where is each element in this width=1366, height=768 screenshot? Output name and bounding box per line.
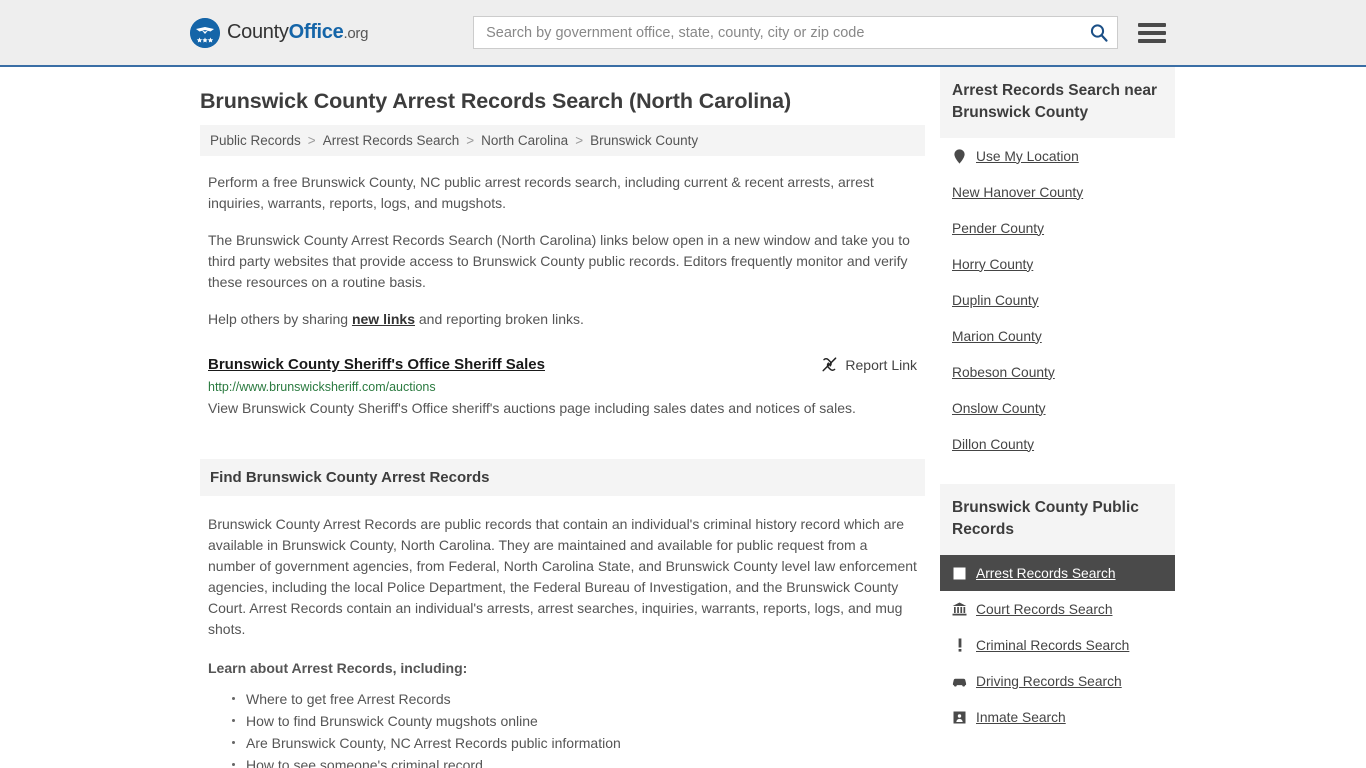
hamburger-menu-icon[interactable] — [1138, 20, 1167, 46]
sidebar-item-label: Marion County — [952, 328, 1042, 344]
sidebar-item-label: Duplin County — [952, 292, 1039, 308]
breadcrumb-item-public-records[interactable]: Public Records — [210, 133, 301, 148]
site-header: CountyOffice.org — [0, 0, 1366, 67]
nearby-section-heading: Arrest Records Search near Brunswick Cou… — [940, 67, 1175, 138]
breadcrumb-separator: > — [466, 133, 475, 148]
sidebar-item-label: Onslow County — [952, 400, 1046, 416]
file-icon — [952, 566, 967, 581]
breadcrumb-item-brunswick-county[interactable]: Brunswick County — [590, 133, 698, 148]
sidebar-item-dillon-county[interactable]: Dillon County — [940, 426, 1175, 462]
sidebar-item-driving-records-search[interactable]: Driving Records Search — [940, 663, 1175, 699]
result-title-link[interactable]: Brunswick County Sheriff's Office Sherif… — [208, 355, 545, 374]
map-pin-icon — [952, 148, 967, 164]
breadcrumb-separator: > — [307, 133, 316, 148]
nearby-county-list: Use My Location New Hanover County Pende… — [940, 138, 1175, 462]
search-input[interactable] — [473, 16, 1119, 49]
menu-bar-2 — [1138, 30, 1167, 35]
sidebar-item-criminal-records-search[interactable]: Criminal Records Search — [940, 627, 1175, 663]
exclamation-icon — [952, 638, 967, 653]
page-title: Brunswick County Arrest Records Search (… — [200, 89, 792, 113]
sidebar-item-label: Robeson County — [952, 364, 1055, 380]
logo-text: CountyOffice.org — [227, 21, 368, 44]
sidebar-item-use-my-location[interactable]: Use My Location — [940, 138, 1175, 174]
description-paragraph: The Brunswick County Arrest Records Sear… — [208, 232, 910, 290]
sidebar-item-label: Inmate Search — [976, 709, 1066, 725]
result-description: View Brunswick County Sheriff's Office s… — [208, 400, 856, 416]
list-item: Where to get free Arrest Records — [232, 689, 917, 709]
logo-text-tld: .org — [343, 25, 369, 42]
eagle-shield-icon — [190, 17, 220, 48]
list-item: How to find Brunswick County mugshots on… — [232, 711, 917, 731]
search-icon — [1091, 24, 1108, 42]
inmate-icon — [952, 710, 967, 725]
sidebar-item-label: Pender County — [952, 220, 1045, 236]
menu-bar-1 — [1138, 22, 1167, 27]
result-url[interactable]: http://www.brunswicksheriff.com/auctions — [208, 379, 917, 395]
sidebar-item-horry-county[interactable]: Horry County — [940, 246, 1175, 282]
sidebar-item-label: Court Records Search — [976, 601, 1113, 617]
sidebar-item-duplin-county[interactable]: Duplin County — [940, 282, 1175, 318]
new-links-link[interactable]: new links — [352, 311, 415, 327]
sidebar-item-label: Driving Records Search — [976, 673, 1122, 689]
find-records-section: Find Brunswick County Arrest Records Bru… — [200, 459, 925, 768]
report-link-button[interactable]: Report Link — [821, 356, 917, 373]
site-logo[interactable]: CountyOffice.org — [190, 17, 368, 49]
courthouse-icon — [952, 602, 967, 617]
sidebar-item-label: Horry County — [952, 256, 1034, 272]
sidebar-item-court-records-search[interactable]: Court Records Search — [940, 591, 1175, 627]
intro-paragraph: Perform a free Brunswick County, NC publ… — [208, 174, 874, 211]
broken-link-icon — [822, 357, 837, 372]
sidebar-item-pender-county[interactable]: Pender County — [940, 210, 1175, 246]
list-item: Are Brunswick County, NC Arrest Records … — [232, 733, 917, 753]
learn-about-list: Where to get free Arrest Records How to … — [208, 689, 917, 768]
sidebar-item-new-hanover-county[interactable]: New Hanover County — [940, 174, 1175, 210]
breadcrumb: Public Records > Arrest Records Search >… — [200, 125, 925, 156]
sidebar-item-inmate-search[interactable]: Inmate Search — [940, 699, 1175, 735]
learn-about-title: Learn about Arrest Records, including: — [208, 660, 468, 676]
sidebar-item-label: Use My Location — [976, 148, 1079, 164]
breadcrumb-item-north-carolina[interactable]: North Carolina — [481, 133, 568, 148]
sidebar-item-label: Arrest Records Search — [976, 565, 1116, 581]
page-body: Brunswick County Arrest Records Search (… — [0, 67, 1366, 768]
sidebar-item-label: New Hanover County — [952, 184, 1084, 200]
find-records-paragraph: Brunswick County Arrest Records are publ… — [208, 516, 917, 637]
menu-bar-3 — [1138, 38, 1167, 43]
sidebar-item-onslow-county[interactable]: Onslow County — [940, 390, 1175, 426]
search-bar — [473, 16, 1119, 49]
logo-text-office: Office — [288, 21, 344, 43]
find-records-heading: Find Brunswick County Arrest Records — [200, 459, 925, 496]
sidebar-item-label: Criminal Records Search — [976, 637, 1130, 653]
sidebar-item-arrest-records-search[interactable]: Arrest Records Search — [940, 555, 1175, 591]
report-link-label: Report Link — [845, 356, 917, 373]
car-icon — [952, 674, 967, 689]
sidebar: Arrest Records Search near Brunswick Cou… — [940, 67, 1175, 768]
sidebar-item-marion-county[interactable]: Marion County — [940, 318, 1175, 354]
find-records-body: Brunswick County Arrest Records are publ… — [200, 514, 925, 768]
result-header: Brunswick County Sheriff's Office Sherif… — [208, 355, 917, 374]
main-column: Brunswick County Arrest Records Search (… — [200, 67, 925, 768]
breadcrumb-item-arrest-records-search[interactable]: Arrest Records Search — [323, 133, 460, 148]
public-records-list: Arrest Records Search Court Records Sear… — [940, 555, 1175, 735]
public-records-section-heading: Brunswick County Public Records — [940, 484, 1175, 555]
sidebar-item-robeson-county[interactable]: Robeson County — [940, 354, 1175, 390]
help-prefix: Help others by sharing — [208, 311, 352, 327]
sidebar-item-label: Dillon County — [952, 436, 1035, 452]
help-suffix: and reporting broken links. — [415, 311, 584, 327]
result-entry: Brunswick County Sheriff's Office Sherif… — [200, 355, 925, 419]
breadcrumb-separator: > — [575, 133, 584, 148]
search-button[interactable] — [1086, 20, 1112, 46]
list-item: How to see someone's criminal record — [232, 755, 917, 768]
help-paragraph: Help others by sharing new links and rep… — [200, 309, 925, 330]
header-inner: CountyOffice.org — [0, 0, 1366, 65]
logo-text-county: County — [227, 21, 289, 43]
